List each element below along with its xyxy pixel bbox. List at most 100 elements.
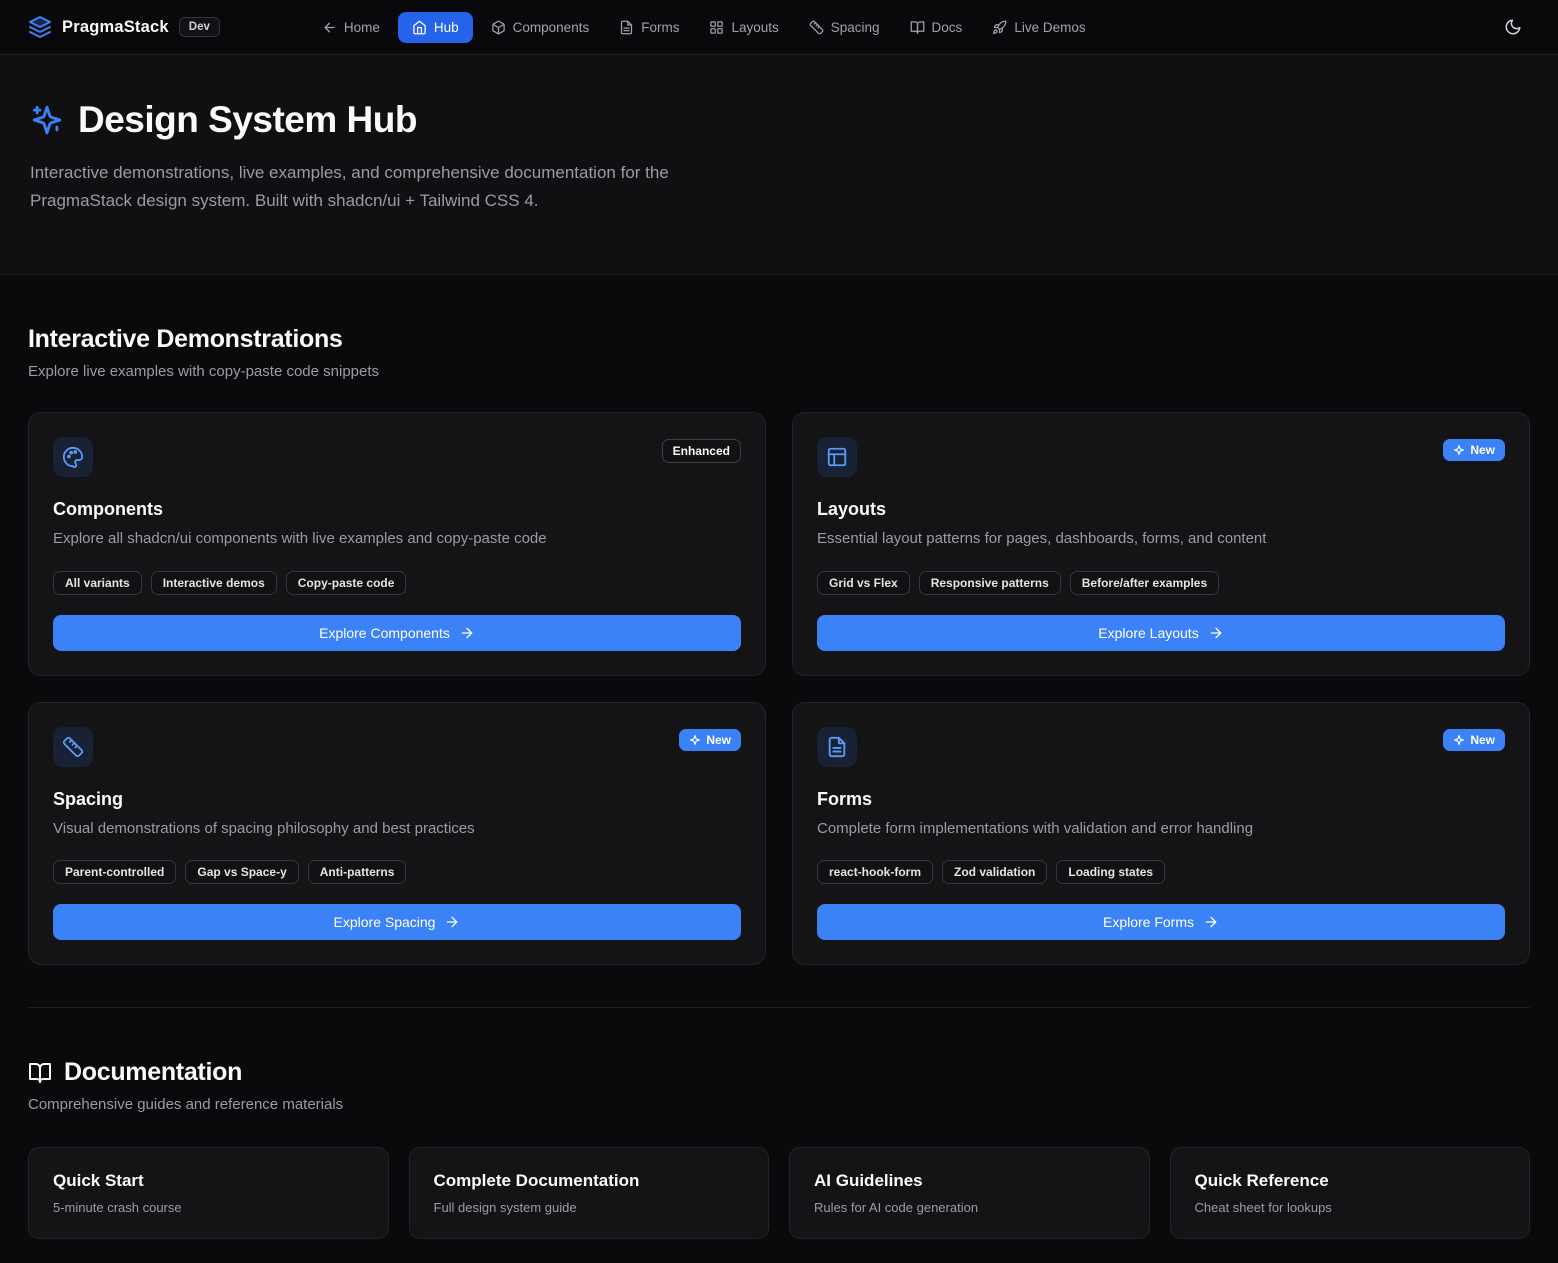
demo-card-components: Enhanced Components Explore all shadcn/u… bbox=[28, 412, 766, 676]
nav-item-live-demos[interactable]: Live Demos bbox=[980, 12, 1097, 43]
doc-card-quick-start[interactable]: Quick Start 5-minute crash course bbox=[28, 1147, 389, 1239]
tag-row: Grid vs Flex Responsive patterns Before/… bbox=[817, 571, 1505, 595]
nav-item-spacing[interactable]: Spacing bbox=[797, 12, 892, 43]
book-open-icon bbox=[28, 1061, 52, 1085]
ruler-icon bbox=[53, 727, 93, 767]
card-description: Visual demonstrations of spacing philoso… bbox=[53, 818, 741, 841]
hero-section: Design System Hub Interactive demonstrat… bbox=[0, 55, 1558, 275]
arrow-right-icon bbox=[444, 914, 460, 930]
docs-card-grid: Quick Start 5-minute crash course Comple… bbox=[28, 1147, 1530, 1239]
tag-row: react-hook-form Zod validation Loading s… bbox=[817, 860, 1505, 884]
nav-label: Spacing bbox=[831, 20, 880, 35]
home-icon bbox=[412, 20, 427, 35]
nav-item-forms[interactable]: Forms bbox=[607, 12, 691, 43]
nav-item-docs[interactable]: Docs bbox=[898, 12, 975, 43]
nav-item-layouts[interactable]: Layouts bbox=[697, 12, 790, 43]
tag: Zod validation bbox=[942, 860, 1047, 884]
card-description: Essential layout patterns for pages, das… bbox=[817, 528, 1505, 551]
nav-label: Components bbox=[513, 20, 590, 35]
env-badge: Dev bbox=[179, 17, 220, 37]
page-title: Design System Hub bbox=[78, 99, 417, 141]
tag-row: Parent-controlled Gap vs Space-y Anti-pa… bbox=[53, 860, 741, 884]
file-text-icon bbox=[817, 727, 857, 767]
nav-label: Forms bbox=[641, 20, 679, 35]
demos-section-title: Interactive Demonstrations bbox=[28, 325, 1530, 354]
doc-card-title: Quick Reference bbox=[1195, 1171, 1506, 1191]
main-content: Interactive Demonstrations Explore live … bbox=[0, 325, 1558, 1263]
explore-components-button[interactable]: Explore Components bbox=[53, 615, 741, 651]
box-icon bbox=[491, 20, 506, 35]
doc-card-title: AI Guidelines bbox=[814, 1171, 1125, 1191]
explore-layouts-button[interactable]: Explore Layouts bbox=[817, 615, 1505, 651]
tag: Interactive demos bbox=[151, 571, 277, 595]
sparkles-icon bbox=[1453, 734, 1465, 746]
sparkles-icon bbox=[689, 734, 701, 746]
card-title: Forms bbox=[817, 789, 1505, 810]
nav-item-hub[interactable]: Hub bbox=[398, 12, 473, 43]
explore-forms-button[interactable]: Explore Forms bbox=[817, 904, 1505, 940]
doc-card-quick-reference[interactable]: Quick Reference Cheat sheet for lookups bbox=[1170, 1147, 1531, 1239]
section-divider bbox=[28, 1007, 1530, 1008]
doc-card-subtitle: Full design system guide bbox=[434, 1200, 745, 1215]
doc-card-complete-documentation[interactable]: Complete Documentation Full design syste… bbox=[409, 1147, 770, 1239]
arrow-right-icon bbox=[1208, 625, 1224, 641]
new-badge: New bbox=[679, 729, 741, 751]
ruler-icon bbox=[809, 20, 824, 35]
arrow-right-icon bbox=[459, 625, 475, 641]
demos-section-header: Interactive Demonstrations Explore live … bbox=[28, 325, 1530, 380]
card-title: Layouts bbox=[817, 499, 1505, 520]
nav-label: Docs bbox=[932, 20, 963, 35]
docs-section-subtitle: Comprehensive guides and reference mater… bbox=[28, 1096, 1530, 1113]
demo-card-forms: New Forms Complete form implementations … bbox=[792, 702, 1530, 966]
layout-panel-icon bbox=[817, 437, 857, 477]
book-open-icon bbox=[910, 20, 925, 35]
moon-icon bbox=[1504, 18, 1522, 36]
tag: Loading states bbox=[1056, 860, 1165, 884]
explore-spacing-button[interactable]: Explore Spacing bbox=[53, 904, 741, 940]
demos-section-subtitle: Explore live examples with copy-paste co… bbox=[28, 363, 1530, 380]
brand-name: PragmaStack bbox=[62, 18, 169, 37]
layout-grid-icon bbox=[709, 20, 724, 35]
card-title: Components bbox=[53, 499, 741, 520]
doc-card-title: Complete Documentation bbox=[434, 1171, 745, 1191]
dark-mode-toggle[interactable] bbox=[1496, 10, 1530, 44]
palette-icon bbox=[53, 437, 93, 477]
tag: All variants bbox=[53, 571, 142, 595]
nav-label: Hub bbox=[434, 20, 459, 35]
docs-section-title: Documentation bbox=[64, 1058, 242, 1087]
tag: Grid vs Flex bbox=[817, 571, 910, 595]
top-navbar: PragmaStack Dev Home Hub Components Form… bbox=[0, 0, 1558, 55]
nav-label: Live Demos bbox=[1014, 20, 1085, 35]
tag: Anti-patterns bbox=[308, 860, 407, 884]
new-badge: New bbox=[1443, 439, 1505, 461]
card-description: Explore all shadcn/ui components with li… bbox=[53, 528, 741, 551]
sparkles-icon bbox=[1453, 444, 1465, 456]
doc-card-title: Quick Start bbox=[53, 1171, 364, 1191]
demo-card-layouts: New Layouts Essential layout patterns fo… bbox=[792, 412, 1530, 676]
tag: Gap vs Space-y bbox=[185, 860, 298, 884]
tag-row: All variants Interactive demos Copy-past… bbox=[53, 571, 741, 595]
doc-card-ai-guidelines[interactable]: AI Guidelines Rules for AI code generati… bbox=[789, 1147, 1150, 1239]
tag: Responsive patterns bbox=[919, 571, 1061, 595]
nav-item-components[interactable]: Components bbox=[479, 12, 602, 43]
layers-logo-icon bbox=[28, 15, 52, 39]
demo-card-grid: Enhanced Components Explore all shadcn/u… bbox=[28, 412, 1530, 965]
brand[interactable]: PragmaStack Dev bbox=[28, 15, 220, 39]
main-nav: Home Hub Components Forms Layouts Spacin… bbox=[310, 12, 1098, 43]
new-badge: New bbox=[1443, 729, 1505, 751]
tag: Parent-controlled bbox=[53, 860, 176, 884]
tag: Before/after examples bbox=[1070, 571, 1219, 595]
sparkles-icon bbox=[30, 103, 64, 137]
tag: Copy-paste code bbox=[286, 571, 407, 595]
nav-item-home[interactable]: Home bbox=[310, 12, 392, 43]
doc-card-subtitle: Cheat sheet for lookups bbox=[1195, 1200, 1506, 1215]
nav-label: Home bbox=[344, 20, 380, 35]
doc-card-subtitle: Rules for AI code generation bbox=[814, 1200, 1125, 1215]
arrow-left-icon bbox=[322, 20, 337, 35]
nav-label: Layouts bbox=[731, 20, 778, 35]
doc-card-subtitle: 5-minute crash course bbox=[53, 1200, 364, 1215]
file-text-icon bbox=[619, 20, 634, 35]
arrow-right-icon bbox=[1203, 914, 1219, 930]
tag: react-hook-form bbox=[817, 860, 933, 884]
page-subtitle: Interactive demonstrations, live example… bbox=[30, 159, 775, 214]
